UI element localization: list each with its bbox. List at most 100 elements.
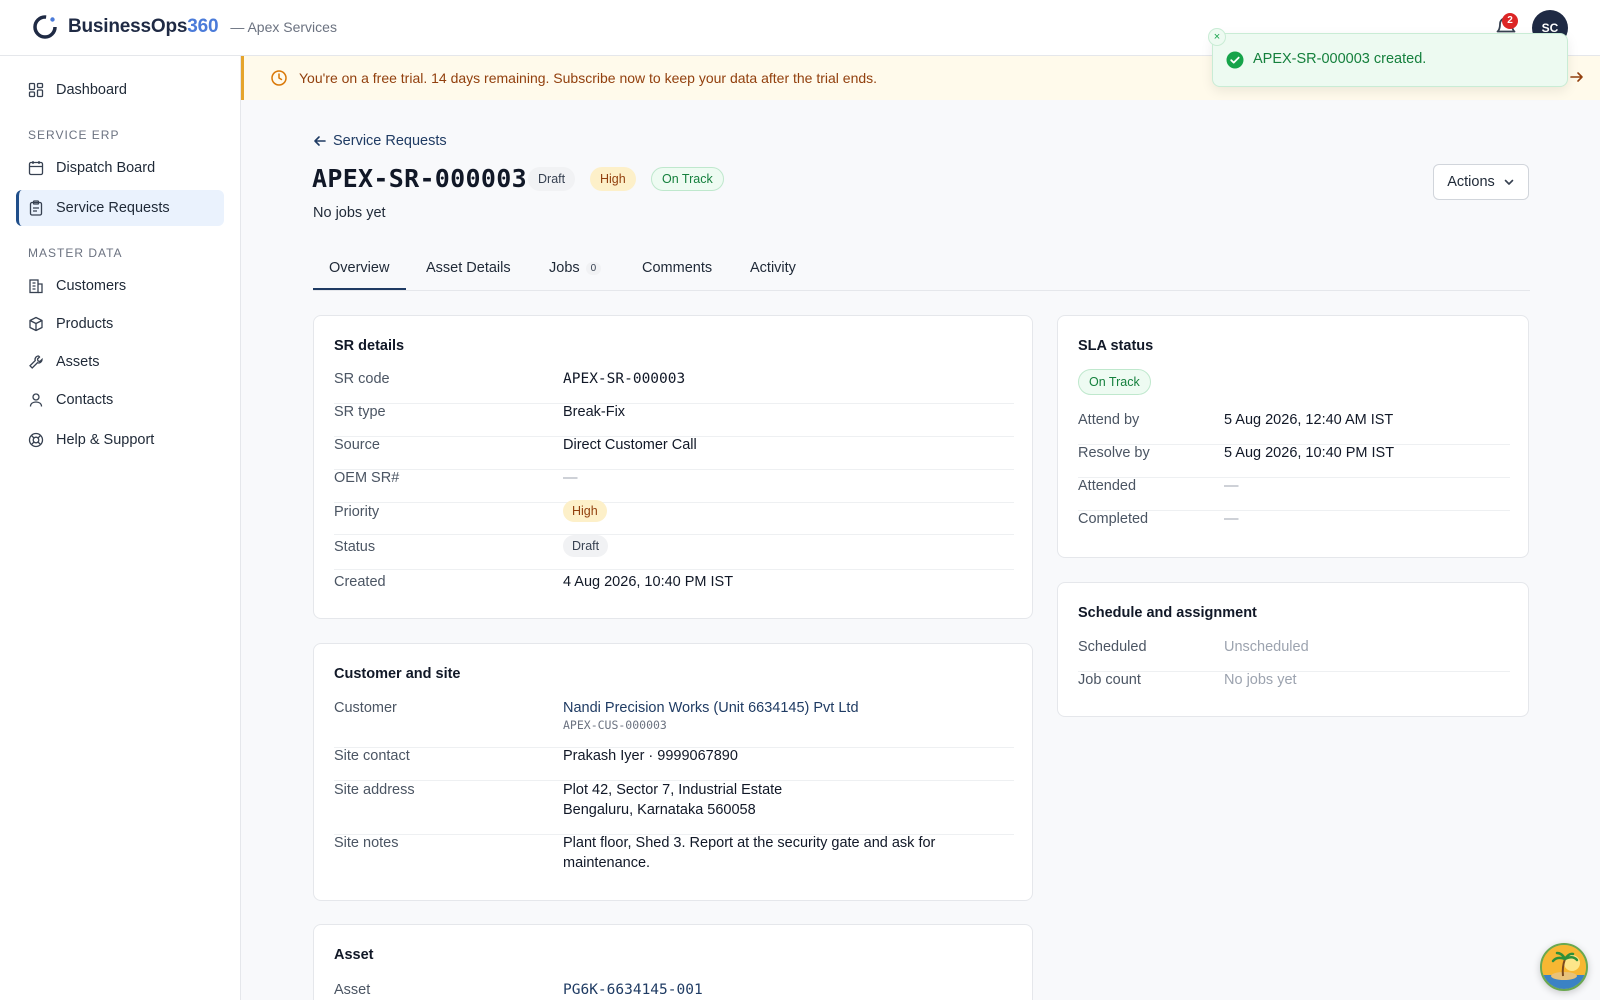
oem-sr-value: — — [563, 470, 578, 486]
detail-row-site-contact: Site contact Prakash Iyer · 9999067890 — [334, 748, 1014, 781]
field-label: Resolve by — [1078, 445, 1150, 461]
tab-jobs-label: Jobs — [549, 260, 580, 276]
scheduled-value: Unscheduled — [1224, 639, 1309, 655]
sidebar-item-products[interactable]: Products — [16, 306, 224, 342]
island-icon — [1542, 945, 1586, 989]
success-toast: × APEX-SR-000003 created. — [1208, 28, 1568, 87]
notification-count-badge: 2 — [1502, 13, 1518, 29]
asset-link[interactable]: PG6K-6634145-001 — [563, 982, 703, 1000]
notes-line: Plant floor, Shed 3. Report at the secur… — [563, 835, 936, 851]
sla-row-resolve-by: Resolve by 5 Aug 2026, 10:40 PM IST — [1078, 445, 1510, 478]
created-value: 4 Aug 2026, 10:40 PM IST — [563, 574, 734, 590]
sidebar-item-label: Assets — [56, 354, 100, 370]
jobs-count-badge: 0 — [585, 262, 602, 275]
calendar-icon — [28, 161, 44, 176]
priority-badge: High — [563, 500, 607, 522]
site-address-value: Plot 42, Sector 7, Industrial Estate Ben… — [563, 782, 782, 834]
assistant-launcher-button[interactable] — [1540, 943, 1588, 991]
check-circle-icon — [1226, 51, 1244, 69]
detail-row-status: Status Draft — [334, 535, 1014, 570]
brand[interactable]: BusinessOps360 — Apex Services — [32, 14, 337, 40]
tab-asset-details[interactable]: Asset Details — [426, 260, 511, 276]
field-label: Site contact — [334, 748, 410, 764]
tab-comments[interactable]: Comments — [642, 260, 712, 276]
card-title: Customer and site — [334, 666, 461, 682]
detail-row-created: Created 4 Aug 2026, 10:40 PM IST — [334, 574, 1014, 607]
address-line: Bengaluru, Karnataka 560058 — [563, 802, 756, 818]
sr-type-value: Break-Fix — [563, 404, 626, 420]
detail-tabs: Overview Asset Details Jobs 0 Comments Ac… — [313, 250, 1530, 291]
jobs-summary: No jobs yet — [313, 205, 386, 221]
detail-row-oem-sr: OEM SR# — — [334, 470, 1014, 503]
site-notes-value: Plant floor, Shed 3. Report at the secur… — [563, 835, 935, 888]
field-label: Created — [334, 574, 386, 590]
customer-site-card: Customer and site Customer Nandi Precisi… — [313, 643, 1033, 901]
customer-link[interactable]: Nandi Precision Works (Unit 6634145) Pvt… — [563, 700, 859, 716]
tenant-name: — Apex Services — [230, 19, 337, 35]
sidebar-item-label: Dispatch Board — [56, 160, 156, 176]
sidebar-item-label: Customers — [56, 278, 127, 294]
detail-row-priority: Priority High — [334, 500, 1014, 535]
field-label: Customer — [334, 700, 397, 716]
field-label: Job count — [1078, 672, 1141, 688]
sidebar-section-service-erp: SERVICE ERP — [28, 128, 120, 142]
chevron-down-icon — [1504, 179, 1514, 185]
back-link-label: Service Requests — [333, 133, 447, 149]
tab-jobs[interactable]: Jobs 0 — [549, 260, 602, 276]
clipboard-icon — [29, 200, 43, 216]
building-icon — [29, 279, 43, 294]
source-value: Direct Customer Call — [563, 437, 697, 453]
brand-logo-icon — [33, 15, 57, 39]
field-label: Attended — [1078, 478, 1137, 494]
card-title: Asset — [334, 947, 374, 963]
sidebar-section-master-data: MASTER DATA — [28, 246, 123, 260]
detail-row-sr-type: SR type Break-Fix — [334, 404, 1014, 437]
sidebar-item-label: Help & Support — [56, 432, 155, 448]
sidebar: Dashboard SERVICE ERP Dispatch Board Ser… — [0, 56, 241, 1000]
resolve-by-value: 5 Aug 2026, 10:40 PM IST — [1224, 445, 1395, 461]
sidebar-item-label: Products — [56, 316, 114, 332]
wrench-icon — [29, 355, 43, 369]
sla-status-badge: On Track — [1078, 369, 1151, 395]
detail-row-asset: Asset PG6K-6634145-001 — [334, 982, 1014, 1000]
field-label: Site address — [334, 782, 415, 798]
tab-activity[interactable]: Activity — [750, 260, 796, 276]
attended-value: — — [1224, 478, 1239, 494]
page-title: APEX-SR-000003 — [312, 164, 527, 193]
toast-close-button[interactable]: × — [1208, 28, 1226, 46]
card-title: SR details — [334, 338, 405, 354]
status-badge: Draft — [563, 535, 609, 557]
detail-row-customer: Customer Nandi Precision Works (Unit 663… — [334, 700, 1014, 748]
box-icon — [29, 316, 43, 332]
field-label: Scheduled — [1078, 639, 1147, 655]
clock-icon — [271, 70, 287, 86]
sidebar-item-label: Dashboard — [56, 82, 127, 98]
sidebar-item-label: Service Requests — [56, 200, 170, 216]
sla-badge: On Track — [651, 167, 724, 191]
sidebar-item-dashboard[interactable]: Dashboard — [16, 72, 224, 108]
customer-code: APEX-CUS-000003 — [563, 718, 667, 732]
field-label: SR type — [334, 404, 386, 420]
sidebar-item-service-requests[interactable]: Service Requests — [16, 190, 224, 226]
lifebuoy-icon — [28, 432, 44, 448]
sidebar-item-customers[interactable]: Customers — [16, 268, 224, 304]
notes-line: maintenance. — [563, 855, 651, 871]
schedule-assignment-card: Schedule and assignment Scheduled Unsche… — [1057, 582, 1529, 717]
sidebar-item-assets[interactable]: Assets — [16, 344, 224, 380]
back-to-service-requests-link[interactable]: Service Requests — [313, 133, 447, 149]
detail-row-site-notes: Site notes Plant floor, Shed 3. Report a… — [334, 835, 1014, 888]
actions-button[interactable]: Actions — [1433, 164, 1529, 200]
sr-details-card: SR details SR code APEX-SR-000003 SR typ… — [313, 315, 1033, 619]
asset-card: Asset Asset PG6K-6634145-001 — [313, 924, 1033, 1000]
sidebar-item-help-support[interactable]: Help & Support — [16, 422, 224, 458]
attend-by-value: 5 Aug 2026, 12:40 AM IST — [1224, 412, 1394, 428]
tab-overview[interactable]: Overview — [329, 260, 389, 276]
sidebar-item-dispatch-board[interactable]: Dispatch Board — [16, 150, 224, 186]
status-badge: Draft — [528, 167, 576, 191]
arrow-right-icon[interactable] — [1569, 69, 1585, 85]
sidebar-item-contacts[interactable]: Contacts — [16, 382, 224, 418]
sla-row-completed: Completed — — [1078, 511, 1510, 544]
customer-value: Nandi Precision Works (Unit 6634145) Pvt… — [563, 700, 859, 747]
arrow-left-icon — [314, 136, 326, 146]
sla-row-attended: Attended — — [1078, 478, 1510, 511]
